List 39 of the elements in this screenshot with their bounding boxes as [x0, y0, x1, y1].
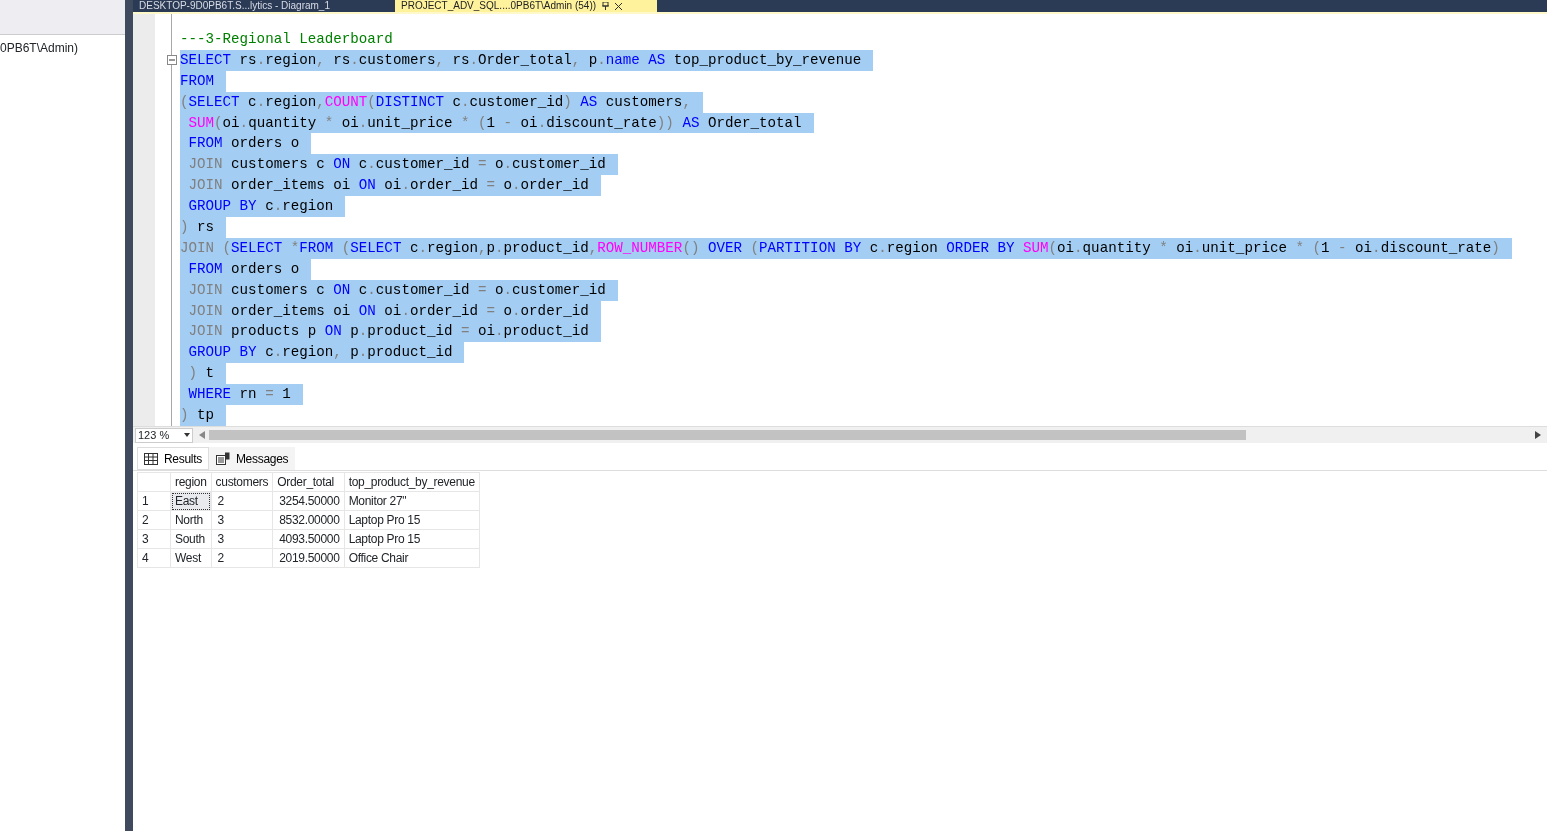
code-line: ---3-Regional Leaderboard: [180, 30, 394, 49]
grid-icon: [144, 452, 158, 465]
document-tab[interactable]: PROJECT_ADV_SQL....0PB6T\Admin (54)): [395, 0, 657, 12]
scroll-right-icon[interactable]: [1535, 431, 1541, 439]
table-cell: Monitor 27": [344, 491, 480, 511]
messages-icon: [215, 452, 230, 465]
connection-label: 0PB6T\Admin): [0, 40, 80, 57]
row-number: 2: [137, 510, 171, 530]
caret-icon: [184, 433, 190, 437]
column-header[interactable]: customers: [211, 472, 273, 492]
table-cell: 2019.50000: [272, 548, 345, 568]
table-cell: 2: [211, 548, 273, 568]
close-icon[interactable]: [615, 2, 623, 10]
table-cell: 2: [211, 491, 273, 511]
pin-icon[interactable]: [602, 2, 610, 10]
row-number: 3: [137, 529, 171, 549]
table-cell: 3: [211, 510, 273, 530]
column-header[interactable]: region: [170, 472, 212, 492]
row-number: 4: [137, 548, 171, 568]
table-cell: South: [170, 529, 212, 549]
zoom-dropdown[interactable]: 123 %: [135, 427, 193, 443]
results-tab[interactable]: Results: [137, 447, 209, 470]
document-tab[interactable]: DESKTOP-9D0PB6T.S...lytics - Diagram_1: [133, 0, 395, 12]
scroll-left-icon[interactable]: [199, 431, 205, 439]
table-cell: Laptop Pro 15: [344, 510, 480, 530]
column-header[interactable]: Order_total: [272, 472, 345, 492]
table-cell: 3254.50000: [272, 491, 345, 511]
collapse-icon[interactable]: [167, 54, 177, 65]
table-cell: 4093.50000: [272, 529, 345, 549]
table-cell: West: [170, 548, 212, 568]
table-cell: 3: [211, 529, 273, 549]
scrollbar-thumb[interactable]: [209, 430, 1246, 440]
results-tab[interactable]: Messages: [208, 447, 296, 470]
table-cell: Laptop Pro 15: [344, 529, 480, 549]
table-cell: 8532.00000: [272, 510, 345, 530]
row-number: 1: [137, 491, 171, 511]
table-cell: North: [170, 510, 212, 530]
table-cell: Office Chair: [344, 548, 480, 568]
column-header[interactable]: top_product_by_revenue: [344, 472, 480, 492]
